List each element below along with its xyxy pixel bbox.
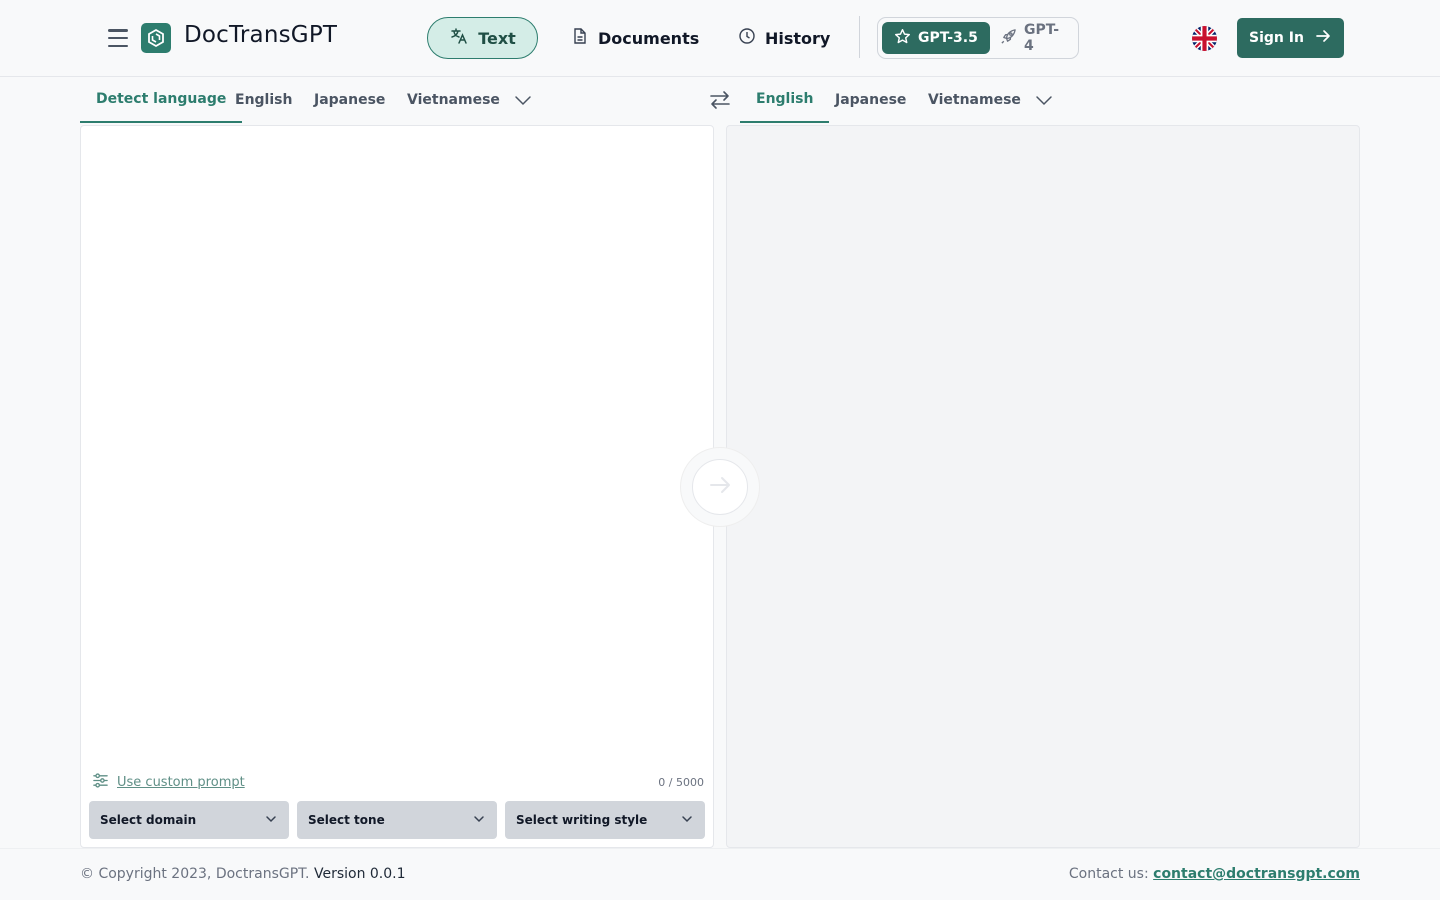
translate-button-inner [692, 459, 748, 515]
model-gpt4-label: GPT-4 [1024, 22, 1060, 54]
source-tab-label: Japanese [314, 92, 386, 108]
source-tab-label: Vietnamese [407, 92, 500, 108]
contact-email-link[interactable]: contact@doctransgpt.com [1153, 866, 1360, 882]
contact-label: Contact us: [1068, 866, 1149, 882]
source-tab-label: English [235, 92, 293, 108]
nav-history-label: History [765, 28, 831, 48]
uk-flag-icon[interactable] [1192, 26, 1217, 51]
contact-info: Contact us: contact@doctransgpt.com [1069, 866, 1360, 882]
nav-documents-label: Documents [598, 28, 700, 48]
sliders-icon [92, 772, 109, 793]
brand-name[interactable]: DocTransGPT [184, 22, 337, 48]
swap-languages-icon[interactable] [707, 87, 733, 113]
copyright-text: © Copyright 2023, DoctransGPT. Version 0… [80, 866, 406, 882]
nav-history[interactable]: History [723, 17, 845, 59]
model-switch: GPT-3.5 GPT-4 [877, 17, 1079, 59]
source-panel [80, 125, 714, 848]
nav-text[interactable]: Text [427, 17, 538, 59]
target-tab-english[interactable]: English [740, 77, 830, 123]
target-more-languages-chevron-down-icon[interactable] [1033, 89, 1055, 111]
target-tab-label: English [756, 91, 814, 107]
model-gpt35-button[interactable]: GPT-3.5 [882, 22, 990, 54]
translate-button[interactable] [680, 447, 760, 527]
copyright-label: © Copyright 2023, DoctransGPT. [80, 866, 310, 882]
select-domain-label: Select domain [100, 813, 197, 827]
source-tab-vietnamese[interactable]: Vietnamese [391, 77, 516, 123]
select-tone-label: Select tone [308, 813, 385, 827]
source-tab-label: Detect language [96, 91, 227, 107]
source-more-languages-chevron-down-icon[interactable] [512, 89, 534, 111]
model-gpt35-label: GPT-3.5 [918, 30, 978, 46]
source-tab-english[interactable]: English [219, 77, 308, 123]
nav-divider [859, 16, 860, 58]
arrow-right-icon [1314, 27, 1332, 49]
arrow-right-icon [706, 471, 734, 503]
nav-text-label: Text [478, 28, 516, 48]
select-writing-style[interactable]: Select writing style [505, 801, 705, 839]
model-gpt4-button[interactable]: GPT-4 [988, 22, 1078, 54]
target-tab-vietnamese[interactable]: Vietnamese [912, 77, 1037, 123]
source-tab-detect[interactable]: Detect language [80, 77, 243, 123]
footer-divider [0, 848, 1440, 849]
select-writing-style-label: Select writing style [516, 813, 648, 827]
star-icon [894, 28, 911, 49]
logo-icon[interactable] [141, 23, 171, 53]
select-tone[interactable]: Select tone [297, 801, 497, 839]
document-icon [571, 27, 589, 49]
custom-prompt-link[interactable]: Use custom prompt [92, 772, 245, 793]
source-text-input[interactable] [91, 136, 703, 766]
custom-prompt-label: Use custom prompt [117, 775, 245, 790]
target-tab-japanese[interactable]: Japanese [819, 77, 922, 123]
source-tab-japanese[interactable]: Japanese [298, 77, 401, 123]
sign-in-button[interactable]: Sign In [1237, 18, 1344, 58]
translate-icon [449, 26, 469, 50]
nav-documents[interactable]: Documents [556, 17, 714, 59]
menu-icon[interactable] [106, 26, 130, 50]
sign-in-label: Sign In [1249, 30, 1304, 46]
target-tab-label: Vietnamese [928, 92, 1021, 108]
character-count: 0 / 5000 [658, 776, 704, 789]
chevron-down-icon [264, 812, 278, 829]
translation-output-panel [726, 125, 1360, 848]
target-tab-label: Japanese [835, 92, 907, 108]
rocket-icon [1000, 28, 1017, 49]
select-domain[interactable]: Select domain [89, 801, 289, 839]
chevron-down-icon [680, 812, 694, 829]
chevron-down-icon [472, 812, 486, 829]
clock-icon [738, 27, 756, 49]
version-label: Version 0.0.1 [313, 866, 406, 882]
top-header: DocTransGPT Text Documents History GPT-3… [0, 0, 1440, 77]
